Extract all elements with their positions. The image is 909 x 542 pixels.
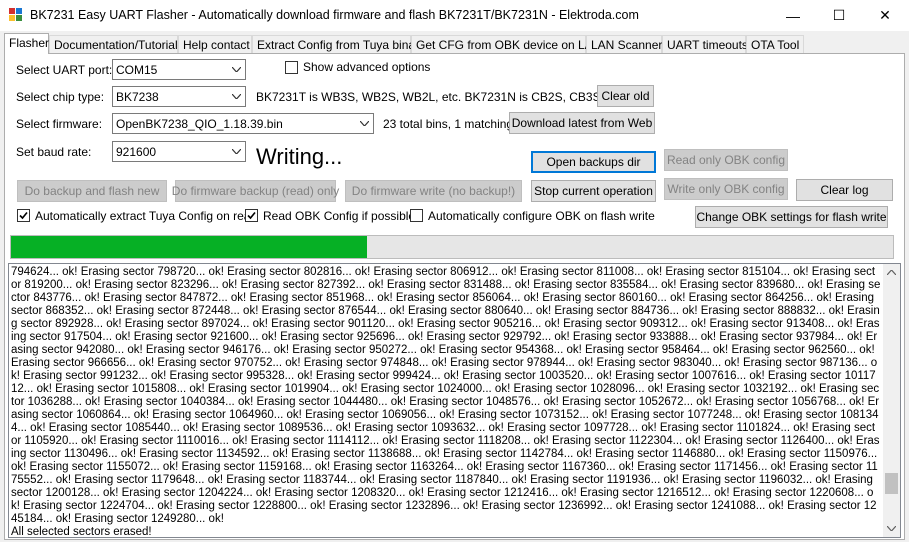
checkmark-icon xyxy=(19,211,28,220)
chip-type-label: Select chip type: xyxy=(16,90,105,104)
scrollbar-thumb[interactable] xyxy=(885,473,898,494)
stop-operation-button[interactable]: Stop current operation xyxy=(531,180,656,202)
scroll-up-icon[interactable] xyxy=(883,264,900,281)
chevron-down-icon xyxy=(228,87,245,106)
clear-log-button[interactable]: Clear log xyxy=(796,179,893,201)
chip-type-select[interactable]: BK7238 xyxy=(112,86,246,107)
open-backups-dir-button[interactable]: Open backups dir xyxy=(531,151,656,173)
uart-port-select[interactable]: COM15 xyxy=(112,59,246,80)
chevron-down-icon xyxy=(228,60,245,79)
firmware-backup-read-button[interactable]: Do firmware backup (read) only xyxy=(172,180,339,202)
window-title: BK7231 Easy UART Flasher - Automatically… xyxy=(30,8,639,22)
log-text: 794624... ok! Erasing sector 798720... o… xyxy=(11,266,881,538)
chip-type-value: BK7238 xyxy=(116,90,159,104)
baud-rate-value: 921600 xyxy=(116,145,157,159)
progress-bar xyxy=(10,235,894,259)
firmware-label: Select firmware: xyxy=(16,117,103,131)
tab-ota-tool[interactable]: OTA Tool xyxy=(746,35,804,53)
clear-old-button[interactable]: Clear old xyxy=(597,85,654,107)
show-advanced-checkbox[interactable] xyxy=(285,61,298,74)
tab-flasher[interactable]: Flasher xyxy=(4,33,49,54)
tab-extract-config[interactable]: Extract Config from Tuya binary xyxy=(252,35,425,53)
maximize-button[interactable]: ☐ xyxy=(816,0,862,31)
read-obk-config-label: Read OBK Config if possible xyxy=(263,209,416,223)
app-logo-icon xyxy=(9,8,23,22)
tab-help-contact[interactable]: Help contact xyxy=(178,35,252,53)
uart-port-label: Select UART port: xyxy=(16,63,113,77)
status-text: Writing... xyxy=(256,144,343,169)
change-obk-settings-button[interactable]: Change OBK settings for flash write xyxy=(695,206,888,228)
minimize-button[interactable]: — xyxy=(770,0,816,31)
scroll-down-icon[interactable] xyxy=(883,520,900,537)
progress-fill xyxy=(11,236,368,258)
firmware-write-button[interactable]: Do firmware write (no backup!) xyxy=(345,180,522,202)
write-only-obk-config-button[interactable]: Write only OBK config xyxy=(664,178,788,200)
log-textbox[interactable]: 794624... ok! Erasing sector 798720... o… xyxy=(8,263,901,538)
chevron-down-icon xyxy=(228,142,245,161)
chip-info-text: BK7231T is WB3S, WB2S, WB2L, etc. BK7231… xyxy=(256,90,624,104)
firmware-value: OpenBK7238_QIO_1.18.39.bin xyxy=(116,117,283,131)
read-obk-config-checkbox[interactable] xyxy=(245,209,258,222)
baud-rate-select[interactable]: 921600 xyxy=(112,141,246,162)
checkmark-icon xyxy=(247,211,256,220)
do-backup-and-flash-button[interactable]: Do backup and flash new xyxy=(17,180,167,202)
download-latest-button[interactable]: Download latest from Web xyxy=(509,112,655,134)
baud-rate-label: Set baud rate: xyxy=(16,145,92,159)
title-bar: BK7231 Easy UART Flasher - Automatically… xyxy=(0,0,909,31)
tab-uart-timeouts[interactable]: UART timeouts xyxy=(662,35,748,53)
chevron-down-icon xyxy=(356,114,373,133)
tab-lan-scanner[interactable]: LAN Scanner xyxy=(586,35,662,53)
firmware-select[interactable]: OpenBK7238_QIO_1.18.39.bin xyxy=(112,113,374,134)
log-scrollbar[interactable] xyxy=(883,264,900,537)
close-button[interactable]: ✕ xyxy=(862,0,908,31)
bins-info-text: 23 total bins, 1 matching. xyxy=(383,117,517,131)
show-advanced-label: Show advanced options xyxy=(303,60,431,74)
uart-port-value: COM15 xyxy=(116,63,158,77)
auto-configure-obk-checkbox[interactable] xyxy=(410,209,423,222)
tab-documentation[interactable]: Documentation/Tutorials xyxy=(49,35,184,53)
auto-extract-tuya-label: Automatically extract Tuya Config on rea… xyxy=(35,209,258,223)
auto-extract-tuya-checkbox[interactable] xyxy=(17,209,30,222)
tab-get-cfg-obk[interactable]: Get CFG from OBK device on LAN xyxy=(411,35,601,53)
auto-configure-obk-label: Automatically configure OBK on flash wri… xyxy=(428,209,655,223)
read-only-obk-config-button[interactable]: Read only OBK config xyxy=(664,149,788,171)
